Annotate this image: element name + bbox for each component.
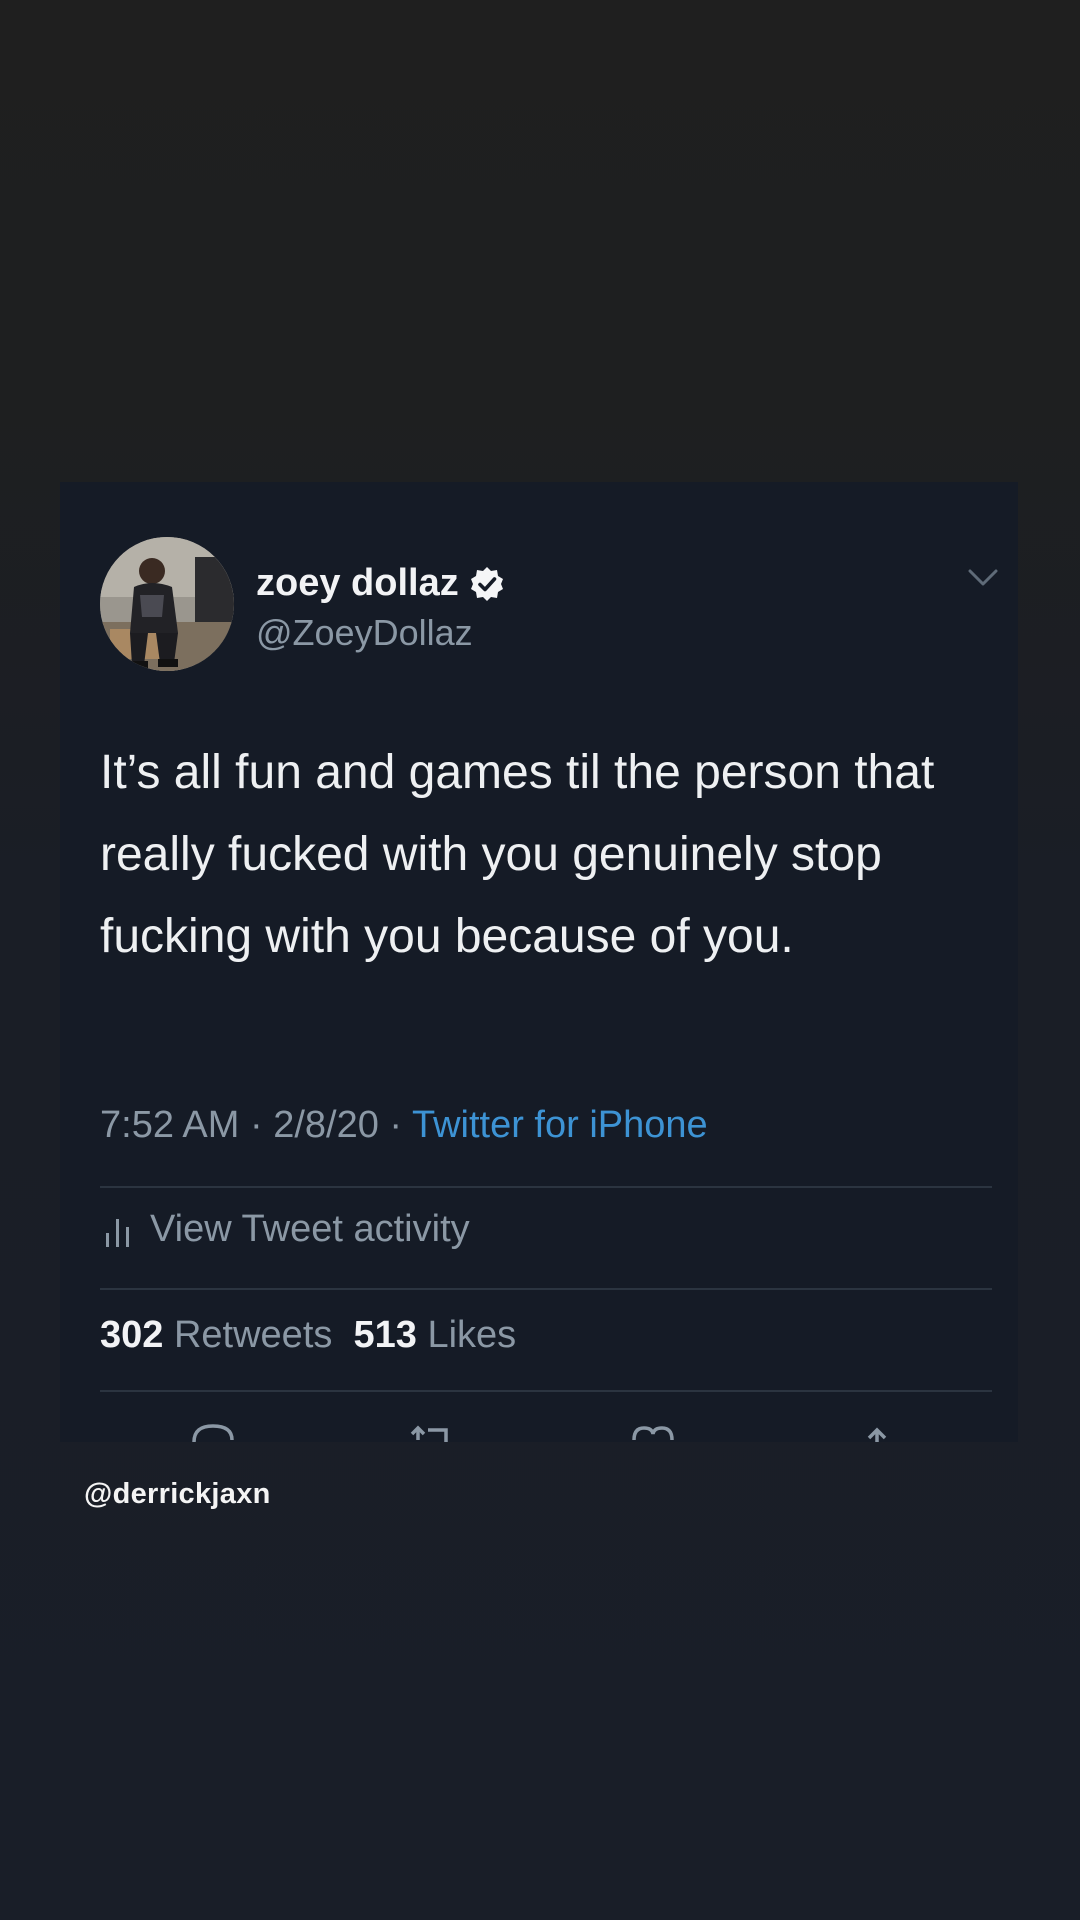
tweet-text: It’s all fun and games til the person th…: [100, 746, 935, 963]
avatar[interactable]: [100, 537, 234, 671]
tweet-card: zoey dollaz @ZoeyDollaz It’s all fun and…: [60, 482, 1018, 1442]
retweet-icon[interactable]: [406, 1420, 456, 1442]
divider: [100, 1186, 992, 1188]
display-name-row[interactable]: zoey dollaz: [256, 562, 505, 605]
tweet-time: 7:52 AM: [100, 1104, 240, 1146]
likes-stat[interactable]: 513 Likes: [354, 1314, 517, 1356]
reply-icon[interactable]: [188, 1420, 238, 1442]
retweets-label: Retweets: [173, 1314, 333, 1356]
divider: [100, 1288, 992, 1290]
display-name[interactable]: zoey dollaz: [256, 562, 459, 605]
meta-separator: ·: [249, 1104, 263, 1146]
retweets-count: 302: [100, 1314, 164, 1356]
view-tweet-activity-button[interactable]: View Tweet activity: [104, 1208, 470, 1251]
view-tweet-activity-label: View Tweet activity: [150, 1208, 470, 1250]
retweets-stat[interactable]: 302 Retweets: [100, 1314, 332, 1356]
heart-icon[interactable]: [628, 1420, 678, 1442]
verified-badge-icon: [470, 566, 503, 601]
user-handle[interactable]: @ZoeyDollaz: [256, 612, 473, 654]
chevron-down-icon[interactable]: [968, 568, 998, 588]
likes-label: Likes: [427, 1314, 517, 1356]
share-icon[interactable]: [852, 1420, 902, 1442]
tweet-source-link[interactable]: Twitter for iPhone: [412, 1104, 708, 1146]
likes-count: 513: [353, 1314, 417, 1356]
watermark-username: @derrickjaxn: [84, 1478, 271, 1510]
tweet-actions-bar: [60, 1420, 1018, 1442]
avatar-photo: [100, 537, 234, 671]
tweet-metadata: 7:52 AM · 2/8/20 · Twitter for iPhone: [100, 1104, 708, 1147]
divider: [100, 1390, 992, 1392]
meta-separator: ·: [389, 1104, 403, 1146]
tweet-stats: 302 Retweets 513 Likes: [100, 1314, 516, 1357]
tweet-date: 2/8/20: [273, 1104, 379, 1146]
bar-chart-icon: [106, 1218, 129, 1247]
